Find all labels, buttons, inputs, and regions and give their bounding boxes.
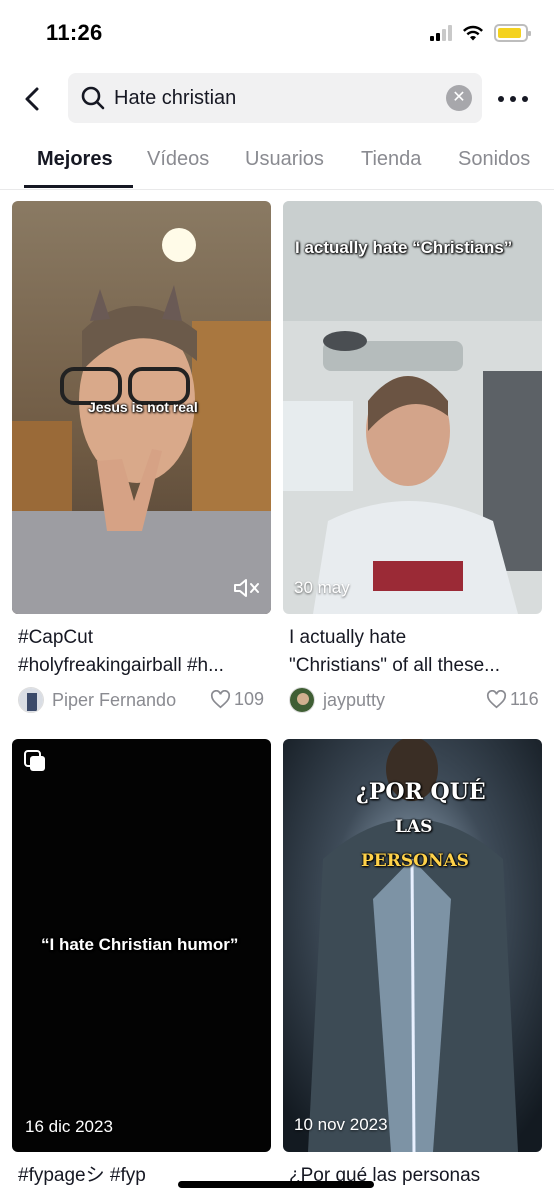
video-date: 16 dic 2023	[25, 1117, 113, 1136]
clear-icon[interactable]: ✕	[446, 85, 472, 111]
multi-photo-icon	[24, 750, 45, 771]
more-icon[interactable]	[498, 86, 528, 112]
video-overlay-text: I actually hate “Christians”	[295, 238, 513, 257]
tab-usuarios[interactable]: Usuarios	[245, 148, 324, 171]
video-overlay-line-3: PERSONAS	[361, 851, 469, 871]
video-thumbnail[interactable]: “I hate Christian humor” 16 dic 2023	[12, 739, 271, 1152]
search-tabs: Mejores Vídeos Usuarios Tienda Sonidos	[0, 140, 554, 190]
author-name[interactable]: Piper Fernando	[52, 690, 176, 711]
heart-icon	[486, 690, 507, 709]
heart-icon	[210, 690, 231, 709]
search-icon	[81, 86, 105, 110]
like-count-value: 116	[510, 689, 539, 709]
tab-tienda[interactable]: Tienda	[361, 148, 421, 171]
battery-level	[498, 28, 522, 38]
search-input[interactable]: Hate christian ✕	[68, 73, 482, 123]
home-indicator[interactable]	[178, 1181, 374, 1188]
wifi-icon	[463, 25, 483, 41]
tab-sonidos[interactable]: Sonidos	[458, 148, 530, 171]
like-count: 116	[486, 689, 539, 710]
author-name[interactable]: jayputty	[323, 690, 385, 711]
video-overlay-text: Jesus is not real	[88, 399, 198, 415]
author-row[interactable]: jayputty	[289, 685, 385, 715]
cellular-signal-icon	[430, 25, 452, 41]
video-thumbnail[interactable]: I actually hate “Christians” 30 may	[283, 201, 542, 614]
video-date: 10 nov 2023	[294, 1115, 388, 1134]
author-row[interactable]: Piper Fernando	[18, 685, 176, 715]
tab-videos[interactable]: Vídeos	[147, 148, 209, 171]
search-query[interactable]: Hate christian	[114, 87, 236, 110]
video-overlay-text: “I hate Christian humor”	[41, 935, 239, 954]
avatar[interactable]	[289, 687, 315, 713]
battery-icon	[494, 24, 531, 42]
search-header: Hate christian ✕	[0, 72, 554, 126]
video-overlay-line-1: ¿POR QUÉ	[356, 779, 486, 805]
video-overlay-line-2: LAS	[395, 817, 433, 837]
chevron-left-icon[interactable]	[16, 82, 50, 116]
video-caption-line-2[interactable]: #holyfreakingairball #h...	[18, 652, 270, 680]
status-icons	[430, 24, 531, 42]
video-caption-line-2[interactable]: "Christians" of all these...	[289, 652, 541, 680]
status-time: 11:26	[46, 20, 103, 45]
video-thumbnail[interactable]: Jesus is not real	[12, 201, 271, 614]
like-count: 109	[210, 689, 264, 710]
thumbnail-image	[283, 201, 542, 614]
avatar[interactable]	[18, 687, 44, 713]
status-bar: 11:26	[0, 0, 554, 68]
like-count-value: 109	[234, 689, 265, 709]
tab-mejores[interactable]: Mejores	[37, 148, 113, 171]
video-caption-line-1[interactable]: #CapCut	[18, 624, 270, 652]
muted-speaker-icon[interactable]	[233, 577, 261, 599]
video-caption-line-1[interactable]: I actually hate	[289, 624, 541, 652]
active-tab-indicator	[24, 185, 133, 188]
video-thumbnail[interactable]: ¿POR QUÉ LAS PERSONAS 10 nov 2023	[283, 739, 542, 1152]
video-date: 30 may	[294, 578, 350, 597]
